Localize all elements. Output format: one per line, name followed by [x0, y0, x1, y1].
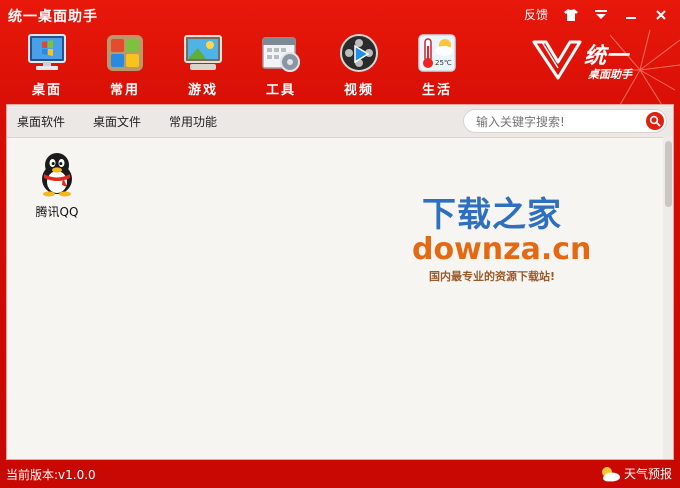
close-icon[interactable]: [648, 5, 674, 25]
tab-desktop-software[interactable]: 桌面软件: [17, 113, 65, 130]
game-icon: [184, 35, 222, 70]
brand-logo: 统一 桌面助手: [532, 36, 652, 84]
toolbar-label: 视频: [343, 83, 374, 98]
toolbar-item-desktop[interactable]: 桌面: [8, 30, 86, 100]
window-controls: 反馈: [518, 4, 674, 25]
main-toolbar: 桌面 常用 游戏 工具 视频 25℃ 生活: [8, 30, 476, 100]
toolbar-label: 游戏: [187, 83, 218, 98]
toolbar-item-life[interactable]: 25℃ 生活: [398, 30, 476, 100]
weather-forecast-button[interactable]: 天气预报: [599, 465, 672, 482]
main-window: 统一桌面助手 反馈 桌面 常用 游戏 工具 视频 25℃ 生活 统一 桌面助手 …: [0, 0, 680, 488]
watermark-title: 下载之家: [422, 195, 562, 235]
app-item-qq[interactable]: 腾讯QQ: [27, 151, 87, 220]
status-bar: 当前版本:v1.0.0 天气预报: [0, 460, 680, 488]
search-icon: [649, 115, 661, 127]
toolbar-item-video[interactable]: 视频: [320, 30, 398, 100]
search-input[interactable]: [474, 112, 638, 132]
toolbar-item-common[interactable]: 常用: [86, 30, 164, 100]
desktop-monitor-icon: [28, 34, 66, 70]
search-button[interactable]: [646, 112, 664, 130]
brand-subtitle: 桌面助手: [588, 68, 632, 81]
weather-label: 天气预报: [623, 467, 672, 481]
common-apps-icon: [107, 35, 143, 71]
toolbar-item-tools[interactable]: 工具: [242, 30, 320, 100]
qq-penguin-icon: [42, 153, 72, 197]
tab-desktop-files[interactable]: 桌面文件: [93, 113, 141, 130]
watermark: 下载之家 downza.cn 国内最专业的资源下载站!: [412, 195, 592, 284]
weather-cloud-sun-icon: [601, 466, 620, 481]
app-title: 统一桌面助手: [8, 9, 98, 25]
tools-calendar-icon: [262, 37, 300, 72]
toolbar-item-games[interactable]: 游戏: [164, 30, 242, 100]
app-grid: 腾讯QQ: [7, 137, 663, 459]
version-text: 当前版本:v1.0.0: [6, 468, 96, 482]
watermark-slogan: 国内最专业的资源下载站!: [428, 270, 556, 283]
toolbar-label: 生活: [421, 83, 452, 98]
search-box: [463, 109, 667, 133]
feedback-link[interactable]: 反馈: [518, 4, 554, 25]
tabs-bar: 桌面软件 桌面文件 常用功能: [7, 105, 673, 138]
tab-common-functions[interactable]: 常用功能: [169, 113, 217, 130]
toolbar-label: 工具: [265, 83, 296, 98]
title-bar: 统一桌面助手 反馈: [0, 0, 680, 30]
video-film-icon: [340, 34, 378, 72]
content-panel: 桌面软件 桌面文件 常用功能 输入关键字搜索! 腾讯QQ: [6, 104, 674, 460]
life-icon-temp: 25℃: [435, 59, 452, 67]
toolbar-label: 桌面: [31, 83, 62, 98]
minimize-icon[interactable]: [618, 5, 644, 25]
watermark-domain: downza.cn: [412, 232, 592, 267]
brand-v-logo-icon: [532, 40, 582, 80]
scrollbar-thumb[interactable]: [665, 141, 672, 207]
weather-thermometer-icon: 25℃: [418, 34, 456, 72]
toolbar-label: 常用: [109, 83, 140, 98]
menu-dropdown-icon[interactable]: [588, 5, 614, 25]
app-item-label: 腾讯QQ: [35, 205, 79, 219]
skin-tshirt-icon[interactable]: [558, 5, 584, 25]
vertical-scrollbar[interactable]: [663, 137, 673, 459]
